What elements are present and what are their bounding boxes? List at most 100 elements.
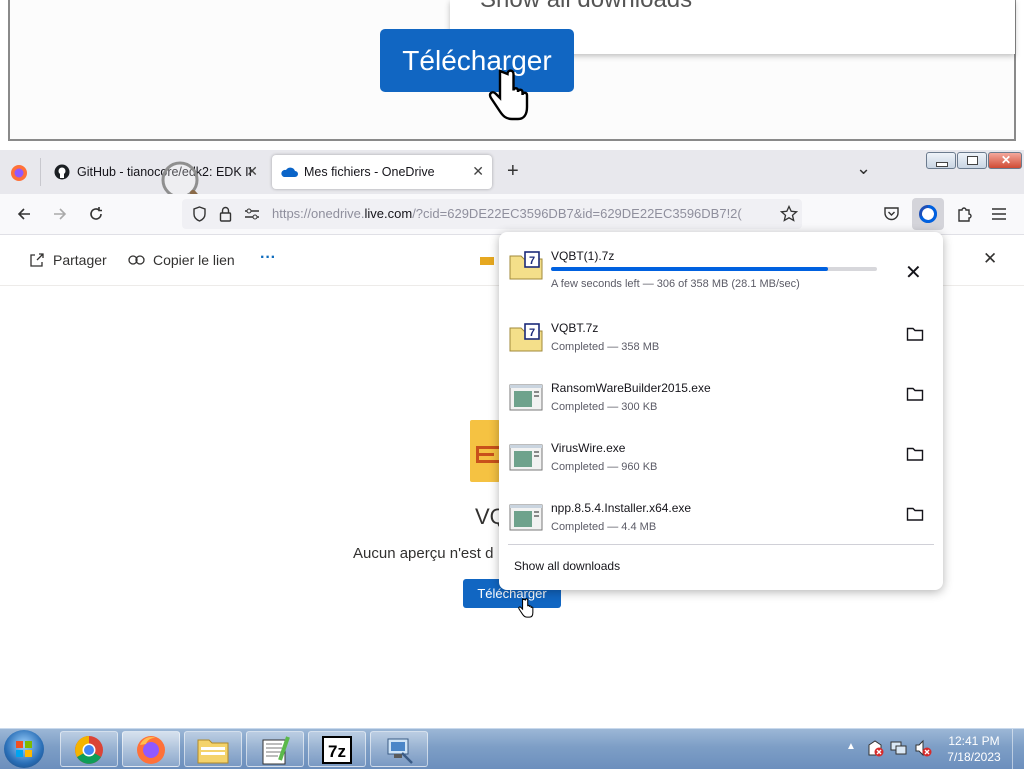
download-item[interactable]: 7 VQBT.7z Completed — 358 MB bbox=[499, 304, 943, 364]
folder-icon[interactable] bbox=[906, 506, 924, 522]
downloads-button[interactable] bbox=[912, 198, 944, 230]
download-filename: npp.8.5.4.Installer.x64.exe bbox=[551, 501, 692, 515]
tracking-protection-shield-icon[interactable] bbox=[192, 206, 207, 222]
back-arrow-icon bbox=[17, 208, 30, 220]
restore-button[interactable] bbox=[957, 152, 987, 169]
copy-link-button[interactable]: Copier le lien bbox=[128, 252, 235, 268]
forward-button[interactable] bbox=[49, 203, 71, 225]
onedrive-cloud-icon bbox=[281, 167, 298, 177]
folder-icon[interactable] bbox=[906, 386, 924, 402]
panel-divider bbox=[508, 544, 934, 545]
download-filename: RansomWareBuilder2015.exe bbox=[551, 381, 711, 395]
download-status: Completed — 300 KB bbox=[551, 401, 658, 413]
link-icon bbox=[128, 255, 145, 265]
permissions-icon[interactable] bbox=[244, 207, 260, 221]
taskbar-explorer[interactable] bbox=[184, 731, 242, 767]
download-filename: VQBT.7z bbox=[551, 321, 599, 335]
share-label: Partager bbox=[53, 252, 107, 268]
7zip-icon: 7z bbox=[322, 736, 352, 764]
firefox-icon bbox=[137, 736, 165, 764]
download-progress-bar bbox=[551, 267, 877, 271]
taskbar-network-app[interactable] bbox=[370, 731, 428, 767]
network-app-icon bbox=[387, 738, 413, 764]
taskbar-firefox[interactable] bbox=[122, 731, 180, 767]
clock-time: 12:41 PM bbox=[948, 734, 1000, 748]
svg-text:7z: 7z bbox=[328, 742, 346, 761]
show-all-downloads-link[interactable]: Show all downloads bbox=[514, 559, 620, 573]
executable-icon bbox=[509, 504, 543, 531]
url-bar[interactable]: https://onedrive.live.com/?cid=629DE22EC… bbox=[182, 199, 802, 229]
download-status: Completed — 4.4 MB bbox=[551, 521, 657, 533]
tab-github[interactable]: GitHub - tianocore/edk2: EDK II ✕ bbox=[44, 155, 266, 189]
tab-onedrive[interactable]: Mes fichiers - OneDrive ✕ bbox=[272, 155, 492, 189]
taskbar-notepadpp[interactable] bbox=[246, 731, 304, 767]
clock-date: 7/18/2023 bbox=[947, 750, 1001, 764]
hamburger-menu-icon[interactable] bbox=[991, 207, 1007, 221]
close-icon: ✕ bbox=[1001, 153, 1012, 167]
taskbar: 7z ▲ 12:41 PM 7/18/2023 bbox=[0, 728, 1024, 769]
extensions-icon[interactable] bbox=[956, 205, 973, 223]
7z-archive-icon: 7 bbox=[509, 251, 543, 280]
new-tab-button[interactable]: + bbox=[507, 160, 519, 183]
download-filename: VQBT(1).7z bbox=[551, 249, 615, 263]
show-hidden-icons-button[interactable]: ▲ bbox=[846, 741, 856, 752]
show-desktop-button[interactable] bbox=[1012, 729, 1024, 769]
url-text[interactable]: https://onedrive.live.com/?cid=629DE22EC… bbox=[272, 206, 762, 221]
file-explorer-icon bbox=[197, 739, 229, 764]
file-type-icon bbox=[470, 420, 500, 482]
svg-text:7: 7 bbox=[529, 255, 535, 267]
download-item[interactable]: npp.8.5.4.Installer.x64.exe Completed — … bbox=[499, 484, 943, 544]
cancel-download-icon[interactable]: ✕ bbox=[905, 260, 922, 285]
clock[interactable]: 12:41 PM 7/18/2023 bbox=[940, 733, 1008, 765]
minimize-button[interactable] bbox=[926, 152, 956, 169]
copy-link-label: Copier le lien bbox=[153, 252, 235, 268]
share-button[interactable]: Partager bbox=[29, 252, 107, 268]
download-status: Completed — 960 KB bbox=[551, 461, 658, 473]
volume-muted-icon[interactable] bbox=[914, 739, 932, 757]
back-button[interactable] bbox=[13, 203, 35, 225]
windows-logo-icon bbox=[16, 741, 32, 757]
forward-arrow-icon bbox=[54, 208, 67, 220]
network-status-icon[interactable] bbox=[890, 739, 908, 757]
tab-bar: GitHub - tianocore/edk2: EDK II ✕ Mes fi… bbox=[0, 150, 1024, 217]
download-item[interactable]: VirusWire.exe Completed — 960 KB bbox=[499, 424, 943, 484]
zoom-download-button: Télécharger bbox=[380, 29, 574, 92]
zoom-overlay: Show all downloads Télécharger bbox=[0, 0, 1024, 150]
download-filename: VirusWire.exe bbox=[551, 441, 626, 455]
github-icon bbox=[54, 164, 70, 180]
bookmark-star-icon[interactable] bbox=[780, 205, 798, 223]
navigation-toolbar: https://onedrive.live.com/?cid=629DE22EC… bbox=[0, 194, 1024, 235]
hand-cursor-icon bbox=[518, 598, 534, 618]
executable-icon bbox=[509, 444, 543, 471]
7z-archive-icon: 7 bbox=[509, 323, 543, 352]
taskbar-7zip[interactable]: 7z bbox=[308, 731, 366, 767]
reload-button[interactable] bbox=[85, 203, 107, 225]
folder-icon[interactable] bbox=[906, 446, 924, 462]
start-button[interactable] bbox=[4, 730, 44, 768]
tab-close-icon[interactable]: ✕ bbox=[472, 163, 484, 180]
pocket-icon[interactable] bbox=[883, 206, 900, 222]
download-item[interactable]: RansomWareBuilder2015.exe Completed — 30… bbox=[499, 364, 943, 424]
firefox-icon bbox=[11, 165, 27, 181]
downloads-panel: 7 VQBT(1).7z A few seconds left — 306 of… bbox=[499, 232, 943, 590]
zoom-show-all-text: Show all downloads bbox=[480, 0, 692, 14]
chrome-icon bbox=[75, 736, 103, 764]
action-center-icon[interactable] bbox=[866, 739, 884, 757]
download-item[interactable]: 7 VQBT(1).7z A few seconds left — 306 of… bbox=[499, 232, 943, 292]
taskbar-chrome[interactable] bbox=[60, 731, 118, 767]
close-viewer-button[interactable]: ✕ bbox=[983, 249, 997, 269]
share-icon bbox=[30, 253, 44, 267]
window-close-button[interactable]: ✕ bbox=[988, 152, 1022, 169]
tab-close-icon[interactable]: ✕ bbox=[246, 163, 258, 180]
lock-icon[interactable] bbox=[219, 206, 232, 222]
firefox-view-button[interactable] bbox=[10, 164, 28, 185]
reload-icon bbox=[90, 207, 102, 220]
executable-icon bbox=[509, 384, 543, 411]
folder-icon[interactable] bbox=[906, 326, 924, 342]
more-actions-button[interactable]: ··· bbox=[260, 249, 276, 267]
tab-label: Mes fichiers - OneDrive bbox=[304, 165, 435, 179]
download-status: Completed — 358 MB bbox=[551, 341, 660, 353]
folder-breadcrumb-icon bbox=[480, 257, 494, 265]
list-all-tabs-button[interactable]: ⌄ bbox=[856, 158, 871, 179]
zoom-hand-cursor-icon bbox=[488, 69, 529, 121]
